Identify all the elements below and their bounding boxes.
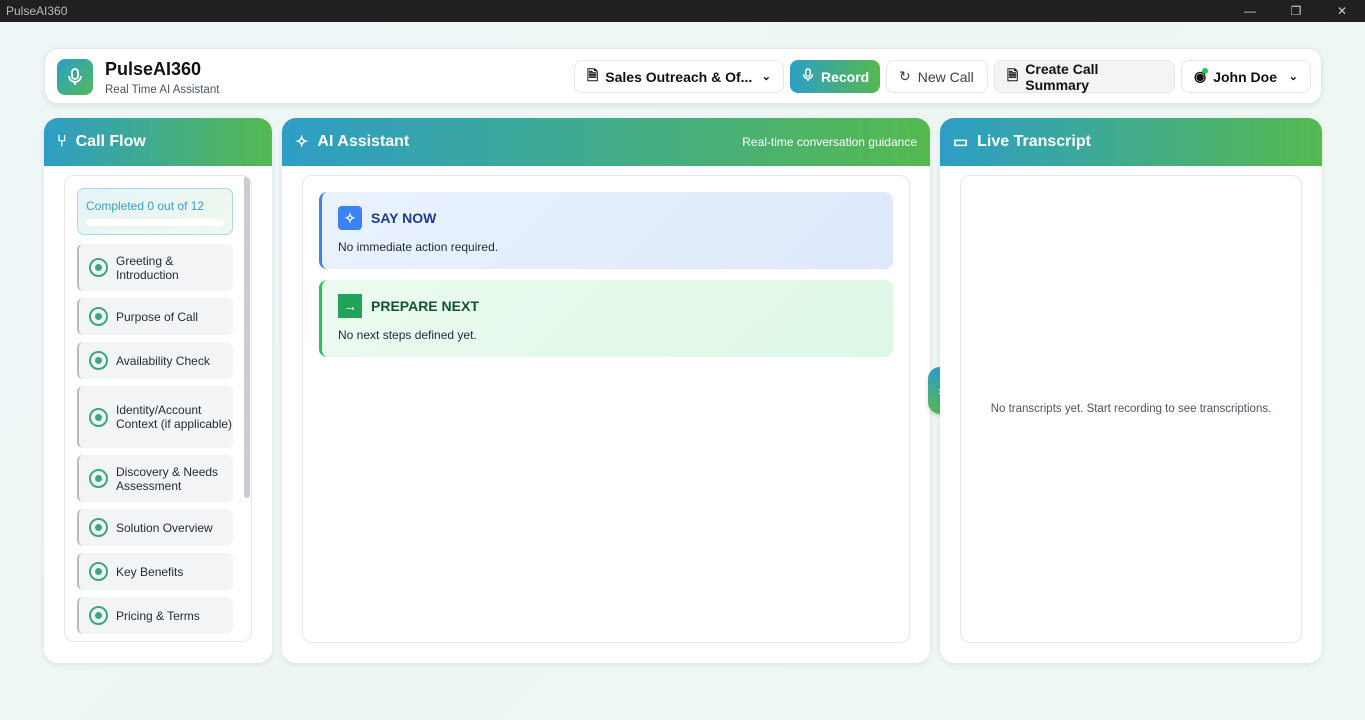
prepare-next-card: → PREPARE NEXT No next steps defined yet. xyxy=(319,280,893,357)
user-menu[interactable]: ◉ John Doe ⌄ xyxy=(1181,60,1311,93)
minimize-button[interactable]: — xyxy=(1227,0,1273,22)
step-label: Purpose of Call xyxy=(116,309,199,324)
say-now-title: SAY NOW xyxy=(371,210,437,226)
assistant-subtitle: Real-time conversation guidance xyxy=(742,135,917,149)
say-now-body: No immediate action required. xyxy=(338,240,499,254)
mic-icon xyxy=(802,68,814,85)
step-status-icon xyxy=(89,407,108,427)
chat-icon: ▭ xyxy=(953,134,969,151)
step-item[interactable]: Pricing & Terms xyxy=(77,597,233,634)
step-label: Identity/Account Context (if applicable) xyxy=(116,403,233,431)
call-flow-panel: ⑂ Call Flow Completed 0 out of 12 Greetin… xyxy=(44,118,272,663)
template-select-value: Sales Outreach & Of... xyxy=(605,68,753,85)
step-item[interactable]: Availability Check xyxy=(77,342,233,379)
assistant-title: AI Assistant xyxy=(317,133,410,150)
window-title: PulseAI360 xyxy=(6,4,68,18)
progress-card: Completed 0 out of 12 xyxy=(77,188,233,235)
transcript-empty-message: No transcripts yet. Start recording to s… xyxy=(990,403,1272,415)
call-flow-list: Completed 0 out of 12 Greeting & Introdu… xyxy=(64,175,252,642)
title-bar: PulseAI360 — ❐ ✕ xyxy=(0,0,1365,22)
record-button[interactable]: Record xyxy=(790,60,880,93)
step-item[interactable]: Key Benefits xyxy=(77,553,233,590)
prepare-next-title: PREPARE NEXT xyxy=(371,298,479,314)
template-select[interactable]: 🗎 Sales Outreach & Of... ⌄ xyxy=(574,60,784,93)
user-name: John Doe xyxy=(1213,68,1277,85)
close-button[interactable]: ✕ xyxy=(1319,0,1365,22)
app-header: PulseAI360 Real Time AI Assistant 🗎 Sales … xyxy=(44,48,1322,104)
step-item[interactable]: Solution Overview xyxy=(77,509,233,546)
say-now-card: ✧ SAY NOW No immediate action required. xyxy=(319,192,893,269)
step-label: Availability Check xyxy=(116,353,210,368)
progress-label: Completed 0 out of 12 xyxy=(86,199,205,213)
step-item[interactable]: Purpose of Call xyxy=(77,298,233,335)
new-call-button[interactable]: ↻ New Call xyxy=(886,60,988,93)
step-label: Solution Overview xyxy=(116,520,213,535)
transcript-title: Live Transcript xyxy=(977,133,1091,150)
refresh-icon: ↻ xyxy=(899,68,911,84)
chevron-down-icon: ⌄ xyxy=(761,71,771,83)
step-label: Greeting & Introduction xyxy=(116,253,179,282)
step-item[interactable]: Discovery & Needs Assessment xyxy=(77,455,233,502)
step-label: Discovery & Needs Assessment xyxy=(116,464,219,493)
sparkles-icon: ✧ xyxy=(295,134,309,151)
document-icon: 🗎 xyxy=(1007,66,1019,83)
restore-button[interactable]: ❐ xyxy=(1273,0,1319,22)
summary-label: Create Call Summary xyxy=(1025,60,1099,93)
progress-bar xyxy=(86,219,224,226)
step-label: Key Benefits xyxy=(116,564,184,579)
scrollbar[interactable] xyxy=(244,176,250,498)
live-transcript-panel: ▭ Live Transcript No transcripts yet. Sta… xyxy=(940,118,1322,663)
transcript-content: No transcripts yet. Start recording to s… xyxy=(960,175,1302,643)
document-icon: 🗎 xyxy=(587,66,599,83)
step-item[interactable]: Greeting & Introduction xyxy=(77,244,233,291)
step-status-icon xyxy=(89,518,108,537)
call-flow-title: Call Flow xyxy=(75,133,146,150)
mic-logo-icon xyxy=(57,59,93,95)
step-status-icon xyxy=(89,606,108,625)
assistant-content: ✧ SAY NOW No immediate action required. →… xyxy=(302,175,910,643)
step-label: Pricing & Terms xyxy=(116,608,200,623)
step-status-icon xyxy=(89,258,108,277)
chevron-down-icon: ⌄ xyxy=(1288,71,1298,83)
step-status-icon xyxy=(89,562,108,581)
step-status-icon xyxy=(89,307,108,326)
new-call-label: New Call xyxy=(917,68,974,85)
step-status-icon xyxy=(89,469,108,488)
brand-subtitle: Real Time AI Assistant xyxy=(105,84,220,96)
brand-name: PulseAI360 xyxy=(105,59,202,79)
branch-icon: ⑂ xyxy=(57,133,67,150)
user-avatar-icon: ◉ xyxy=(1194,68,1209,84)
prepare-next-body: No next steps defined yet. xyxy=(338,328,477,342)
sparkles-icon: ✧ xyxy=(338,206,362,230)
arrow-right-icon: → xyxy=(338,294,362,318)
step-status-icon xyxy=(89,351,108,370)
step-item[interactable]: Identity/Account Context (if applicable) xyxy=(77,386,233,448)
create-summary-button[interactable]: 🗎 Create Call Summary xyxy=(994,60,1175,93)
record-label: Record xyxy=(821,68,870,85)
ai-assistant-panel: ✧ AI Assistant Real-time conversation guid… xyxy=(282,118,930,663)
